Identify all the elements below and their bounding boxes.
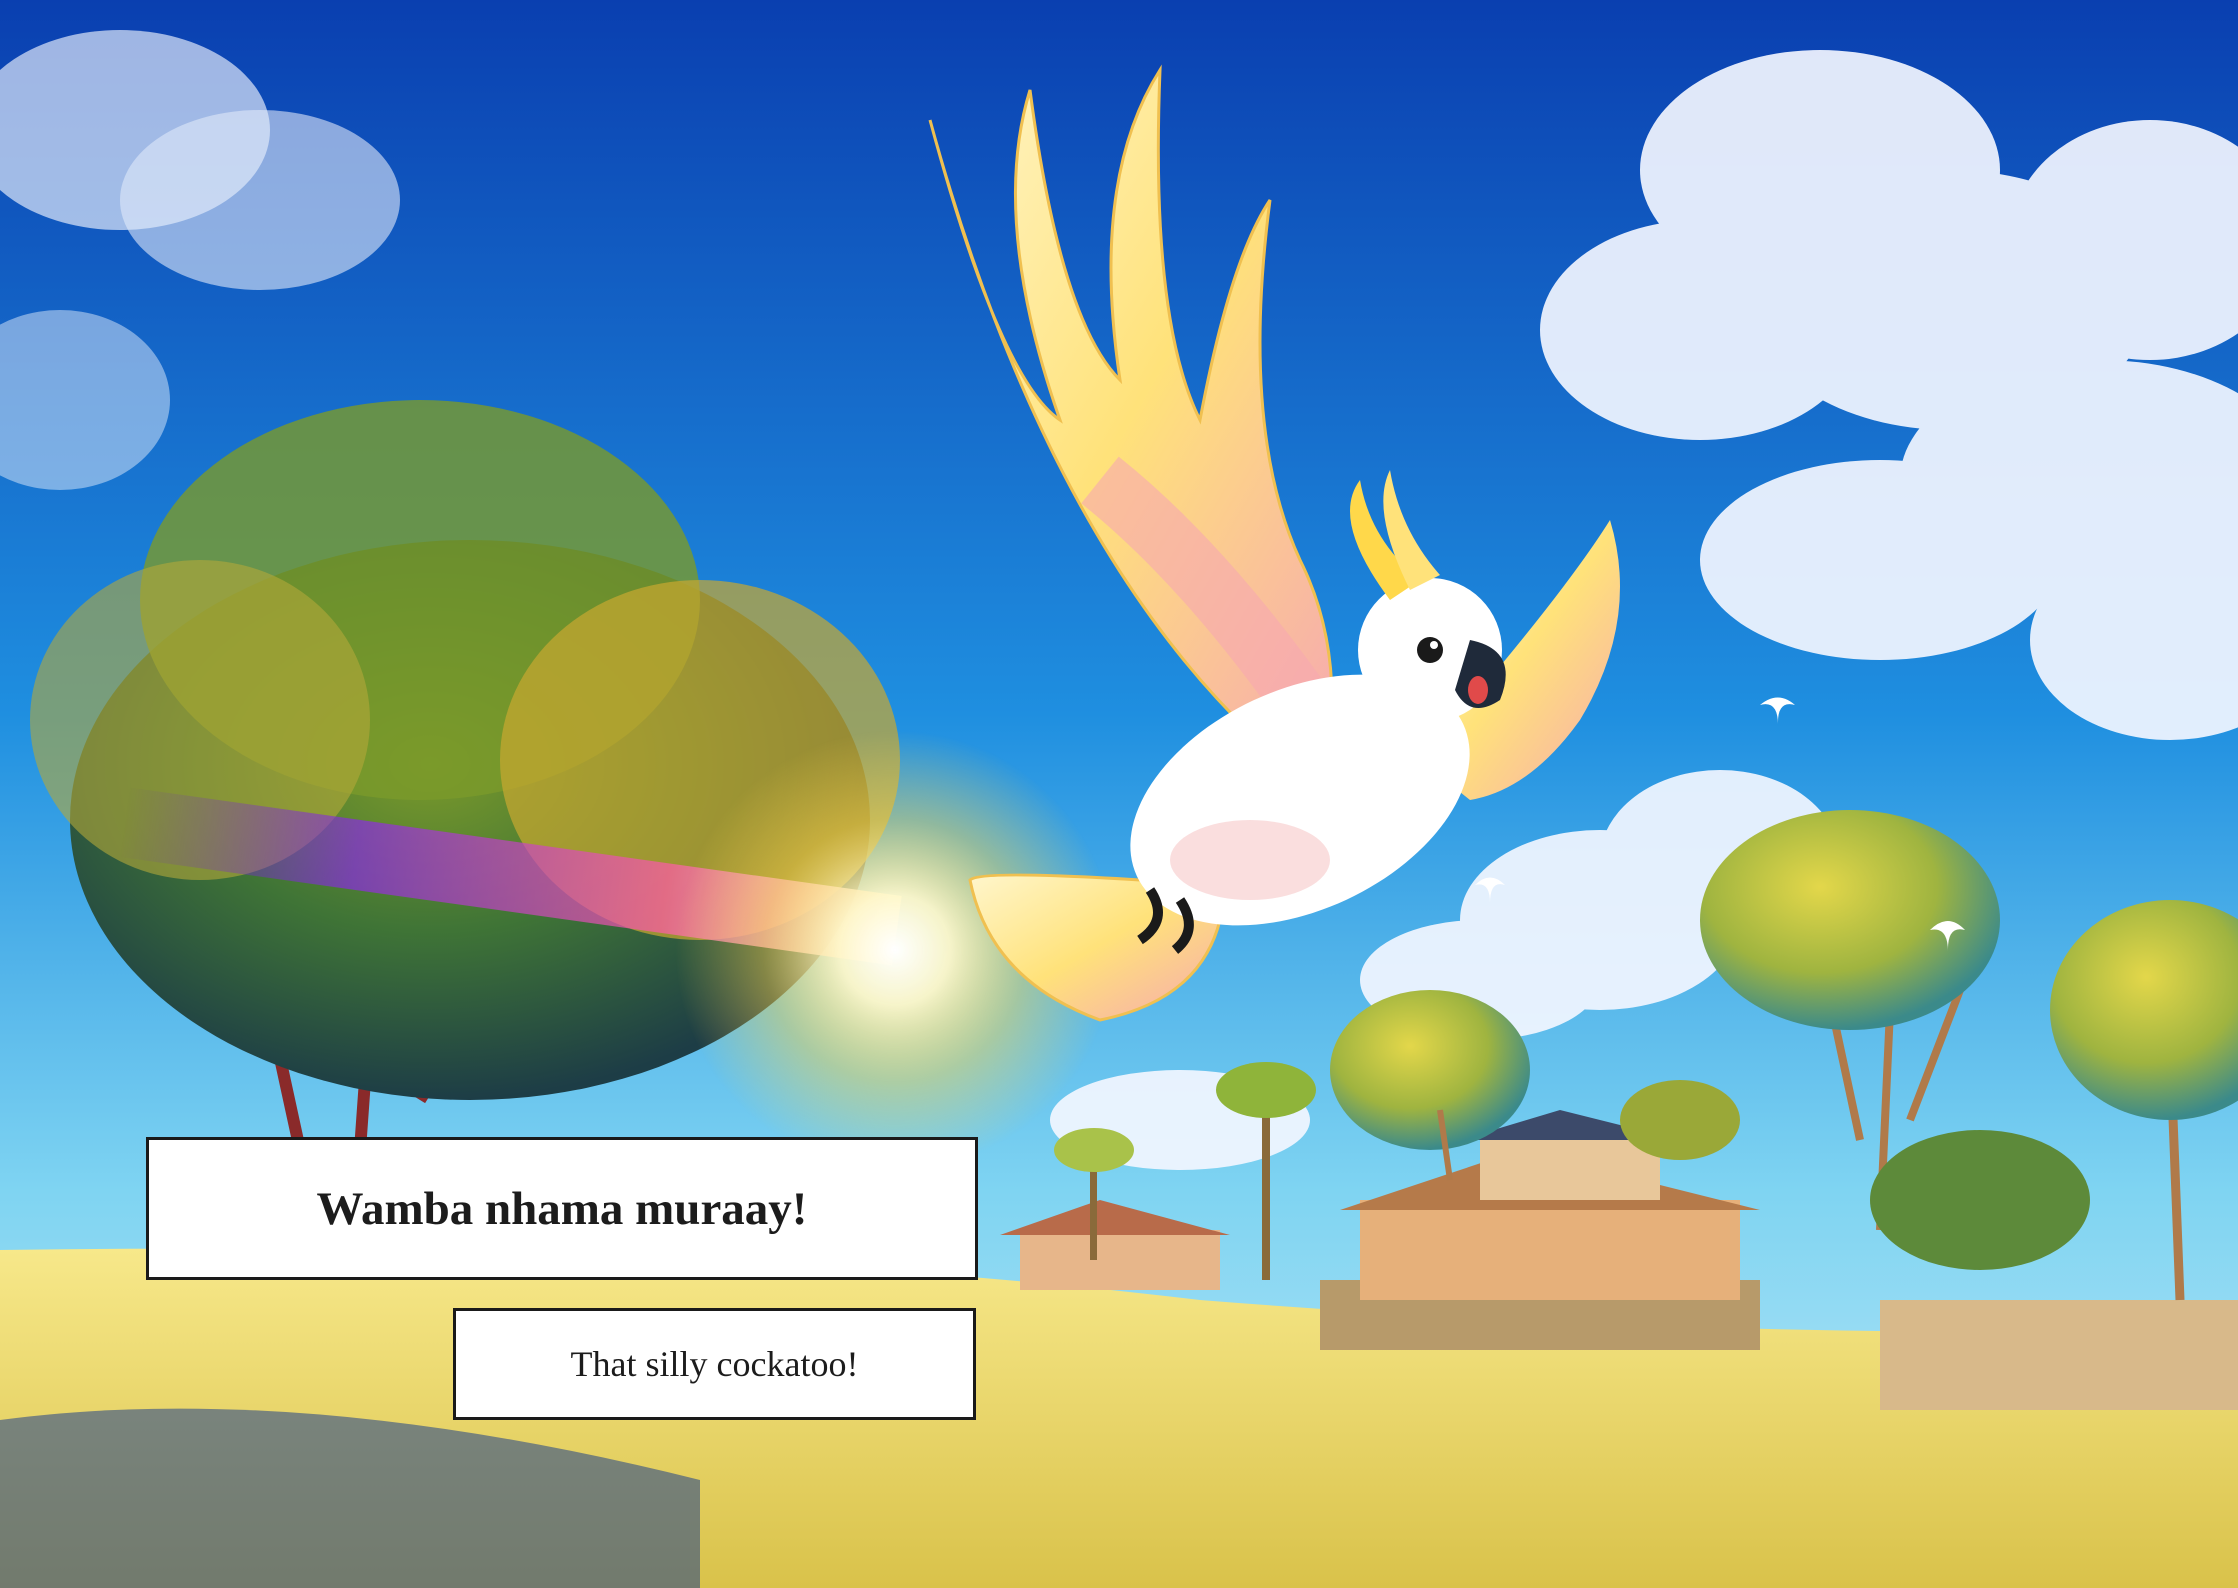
story-illustration [0, 0, 2238, 1588]
illustration-canvas [0, 0, 2238, 1588]
caption-translation-text: That silly cockatoo! [453, 1308, 976, 1420]
caption-language-text: Wamba nhama muraay! [146, 1137, 978, 1280]
